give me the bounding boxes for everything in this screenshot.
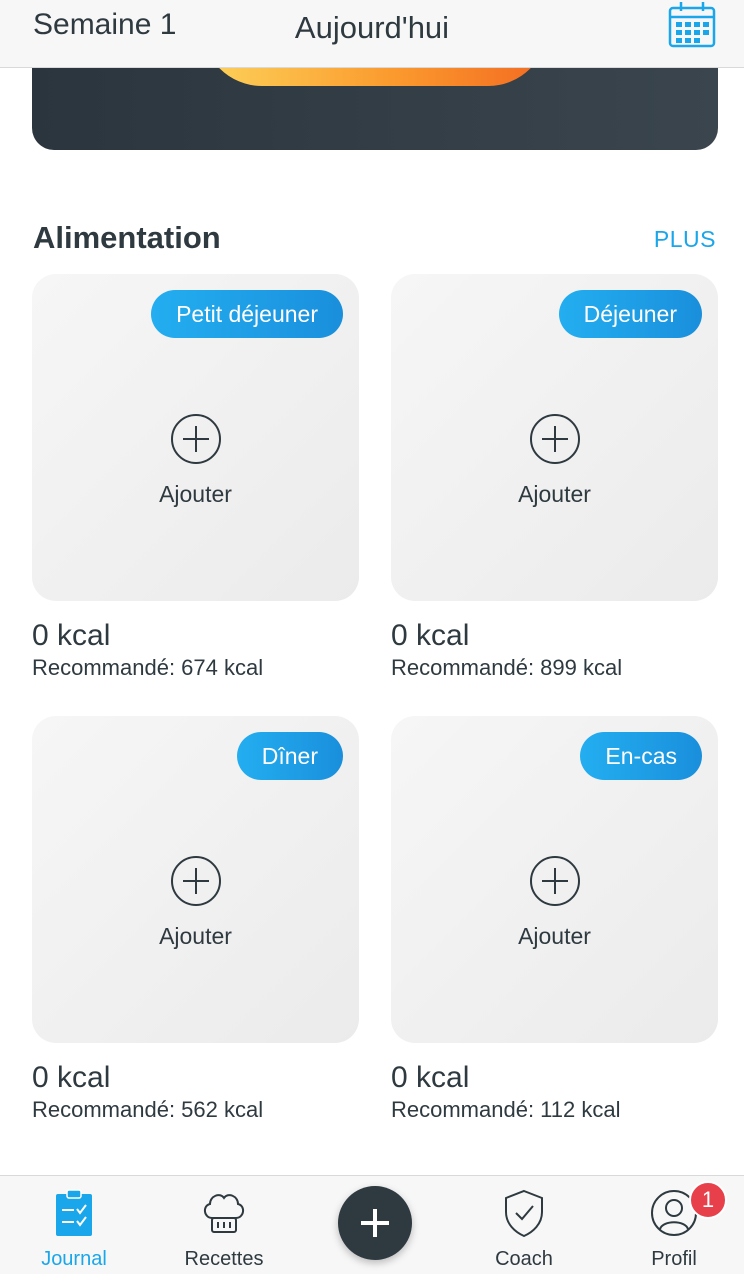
nav-item-coach[interactable]: Coach [459,1176,589,1274]
add-circle-icon [530,856,580,906]
add-circle-icon [530,414,580,464]
kcal-value: 0 kcal [391,619,470,652]
more-link[interactable]: PLUS [654,226,716,253]
chef-hat-icon [204,1194,244,1233]
add-circle-icon [171,856,221,906]
nav-label: Profil [651,1248,697,1270]
clipboard-check-icon [56,1189,92,1236]
recommended-kcal: Recommandé: 899 kcal [391,655,623,680]
meal-card[interactable]: Déjeuner Ajouter [391,274,718,601]
meal-dinner: Dîner Ajouter 0 kcal Recommandé: 562 kca… [32,716,359,1123]
kcal-value: 0 kcal [32,619,111,652]
kcal-value: 0 kcal [32,1061,111,1094]
nav-item-journal[interactable]: Journal [9,1176,139,1274]
shield-check-icon [505,1189,543,1238]
meal-snack: En-cas Ajouter 0 kcal Recommandé: 112 kc… [391,716,718,1123]
notification-badge: 1 [689,1181,727,1219]
add-circle-icon [171,414,221,464]
top-header: Semaine 1 Aujourd'hui [0,0,744,68]
add-label: Ajouter [159,923,232,949]
calendar-icon [668,2,716,48]
nav-label: Recettes [184,1248,264,1270]
add-entry-button[interactable] [338,1186,412,1260]
kcal-value: 0 kcal [391,1061,470,1094]
page-title: Aujourd'hui [294,10,450,45]
meal-lunch: Déjeuner Ajouter 0 kcal Recommandé: 899 … [391,274,718,681]
calendar-button[interactable] [666,0,718,50]
section-title: Alimentation [33,220,221,255]
recommended-kcal: Recommandé: 112 kcal [391,1097,621,1122]
add-label: Ajouter [518,923,591,949]
meal-tag: Dîner [236,732,343,780]
recommended-kcal: Recommandé: 562 kcal [32,1097,264,1122]
nav-label: Journal [41,1248,107,1270]
meal-tag: Petit déjeuner [151,290,343,338]
add-label: Ajouter [159,481,232,507]
nav-label: Coach [495,1248,553,1270]
meal-tag: Déjeuner [558,290,702,338]
meal-card[interactable]: Dîner Ajouter [32,716,359,1043]
plus-icon [361,1209,389,1237]
recommended-kcal: Recommandé: 674 kcal [32,655,264,680]
meal-card[interactable]: En-cas Ajouter [391,716,718,1043]
meal-tag: En-cas [580,732,702,780]
add-label: Ajouter [518,481,591,507]
nav-item-recettes[interactable]: Recettes [159,1176,289,1274]
meal-breakfast: Petit déjeuner Ajouter 0 kcal Recommandé… [32,274,359,681]
meal-card[interactable]: Petit déjeuner Ajouter [32,274,359,601]
